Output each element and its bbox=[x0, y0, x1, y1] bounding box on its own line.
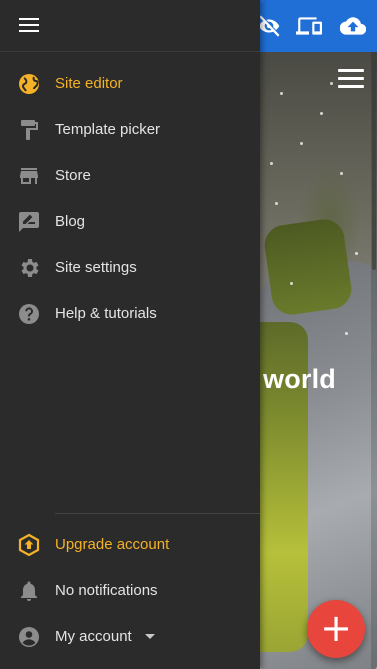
nav-label: Blog bbox=[55, 213, 86, 230]
menu-icon[interactable] bbox=[19, 18, 39, 34]
nav-item-my-account[interactable]: My account bbox=[0, 614, 260, 660]
devices-icon[interactable] bbox=[296, 13, 322, 39]
nav-item-upgrade-account[interactable]: Upgrade account bbox=[0, 522, 260, 568]
gear-icon bbox=[17, 256, 41, 280]
bell-icon bbox=[17, 579, 41, 603]
upgrade-icon bbox=[17, 533, 41, 557]
nav-item-help-tutorials[interactable]: Help & tutorials bbox=[0, 291, 260, 337]
nav-item-template-picker[interactable]: Template picker bbox=[0, 107, 260, 153]
account-circle-icon bbox=[17, 625, 41, 649]
nav-label: Help & tutorials bbox=[55, 305, 157, 322]
nav-item-notifications[interactable]: No notifications bbox=[0, 568, 260, 614]
nav-label: Site settings bbox=[55, 259, 137, 276]
drawer-header bbox=[0, 0, 260, 52]
plus-icon: + bbox=[320, 606, 352, 650]
cloud-upload-icon[interactable] bbox=[339, 13, 367, 39]
site-menu-icon[interactable] bbox=[338, 69, 364, 89]
nav-item-site-editor[interactable]: Site editor bbox=[0, 61, 260, 107]
drawer-divider bbox=[55, 513, 260, 514]
nav-label: Site editor bbox=[55, 75, 123, 92]
add-button[interactable]: + bbox=[307, 600, 365, 658]
nav-label: Store bbox=[55, 167, 91, 184]
paint-roller-icon bbox=[17, 118, 41, 142]
nav-item-blog[interactable]: Blog bbox=[0, 199, 260, 245]
nav-label: Template picker bbox=[55, 121, 161, 138]
navigation-drawer: Site editor Template picker Store Blog S… bbox=[0, 0, 260, 669]
store-icon bbox=[17, 164, 41, 188]
hero-headline: world bbox=[263, 364, 336, 394]
nav-label: No notifications bbox=[55, 582, 158, 599]
edit-note-icon bbox=[17, 210, 41, 234]
nav-label: Upgrade account bbox=[55, 536, 170, 553]
nav-item-site-settings[interactable]: Site settings bbox=[0, 245, 260, 291]
globe-icon bbox=[17, 72, 41, 96]
scrollbar-thumb[interactable] bbox=[372, 60, 376, 270]
nav-item-store[interactable]: Store bbox=[0, 153, 260, 199]
help-icon bbox=[17, 302, 41, 326]
backpack-top bbox=[262, 216, 354, 318]
nav-label: My account bbox=[55, 628, 132, 645]
chevron-down-icon[interactable] bbox=[145, 634, 155, 639]
